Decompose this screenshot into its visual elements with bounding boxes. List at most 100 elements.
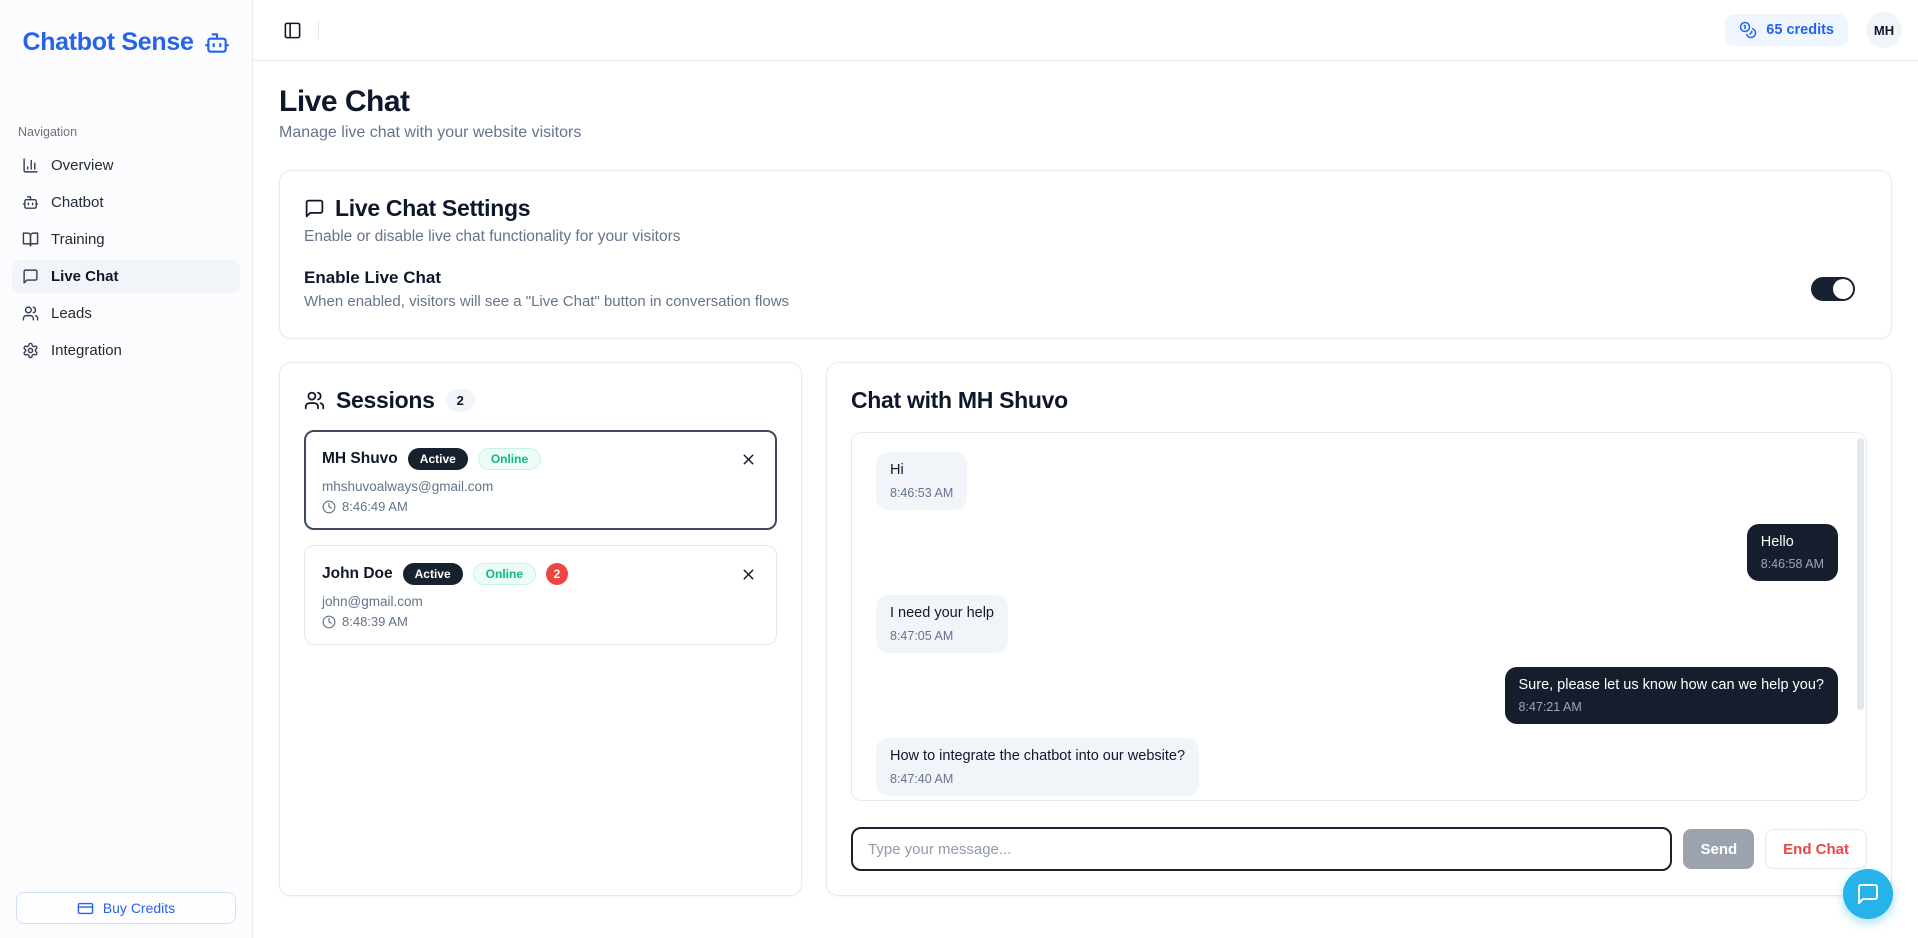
book-open-icon: [22, 231, 39, 248]
nav-section-label: Navigation: [12, 125, 240, 149]
sidebar-spacer: [0, 371, 252, 892]
message-square-icon: [304, 198, 325, 219]
close-icon[interactable]: [738, 564, 759, 585]
session-name: MH Shuvo: [322, 450, 398, 468]
sidebar-item-label: Leads: [51, 305, 92, 322]
sidebar-nav: Navigation Overview Chatbot Training: [0, 125, 252, 371]
session-status-badge: Active: [403, 563, 463, 585]
message-time: 8:47:05 AM: [890, 629, 994, 643]
visitor-message-bubble: Hi 8:46:53 AM: [876, 452, 967, 510]
toggle-knob: [1833, 279, 1853, 299]
sidebar-item-live-chat[interactable]: Live Chat: [12, 260, 240, 293]
lower-row: Sessions 2 MH Shuvo Active Online: [279, 362, 1892, 896]
clock-icon: [322, 500, 336, 514]
bot-icon: [204, 30, 230, 56]
unread-count-badge: 2: [546, 563, 568, 585]
message-time: 8:46:53 AM: [890, 486, 953, 500]
message-row: How to integrate the chatbot into our we…: [876, 738, 1848, 796]
session-item-mh-shuvo[interactable]: MH Shuvo Active Online mhshuvoalways@gma…: [304, 430, 777, 530]
session-status-badge: Active: [408, 448, 468, 470]
message-area[interactable]: Hi 8:46:53 AM Hello 8:46:58 AM: [851, 432, 1867, 801]
message-time: 8:46:58 AM: [1761, 557, 1824, 571]
settings-card-subtitle: Enable or disable live chat functionalit…: [304, 228, 1867, 246]
enable-live-chat-text: Enable Live Chat When enabled, visitors …: [304, 268, 789, 310]
live-chat-settings-card: Live Chat Settings Enable or disable liv…: [279, 170, 1892, 339]
chat-widget-button[interactable]: [1843, 869, 1893, 919]
logo[interactable]: Chatbot Sense: [0, 0, 252, 67]
topbar-right: 65 credits MH: [1725, 12, 1902, 48]
sidebar-item-overview[interactable]: Overview: [12, 149, 240, 182]
end-chat-button[interactable]: End Chat: [1765, 829, 1867, 869]
message-scrollbar[interactable]: [1857, 438, 1864, 710]
visitor-message-bubble: How to integrate the chatbot into our we…: [876, 738, 1199, 796]
message-square-icon: [22, 268, 39, 285]
bot-icon: [22, 194, 39, 211]
chart-column-icon: [22, 157, 39, 174]
enable-live-chat-toggle[interactable]: [1811, 277, 1855, 301]
send-button[interactable]: Send: [1683, 829, 1754, 869]
message-time: 8:47:40 AM: [890, 772, 1185, 786]
message-row: Hello 8:46:58 AM: [876, 524, 1848, 582]
session-time-value: 8:46:49 AM: [342, 499, 408, 514]
sidebar-item-label: Chatbot: [51, 194, 104, 211]
sidebar-item-chatbot[interactable]: Chatbot: [12, 186, 240, 219]
visitor-message-bubble: I need your help 8:47:05 AM: [876, 595, 1008, 653]
clock-icon: [322, 615, 336, 629]
chat-panel: Chat with MH Shuvo Hi 8:46:53 AM Hello 8: [826, 362, 1892, 896]
session-email: mhshuvoalways@gmail.com: [322, 479, 759, 494]
topbar: 65 credits MH: [253, 0, 1918, 61]
page-content: Live Chat Manage live chat with your web…: [253, 61, 1918, 896]
session-list: MH Shuvo Active Online mhshuvoalways@gma…: [304, 430, 777, 645]
chat-input-row: Send End Chat: [851, 827, 1867, 871]
users-icon: [22, 305, 39, 322]
enable-live-chat-desc: When enabled, visitors will see a "Live …: [304, 293, 789, 310]
message-square-icon: [1856, 882, 1880, 906]
sidebar-toggle-button[interactable]: [279, 17, 306, 44]
session-presence-badge: Online: [473, 563, 536, 585]
app-title: Chatbot Sense: [22, 28, 193, 57]
chat-title: Chat with MH Shuvo: [851, 387, 1867, 414]
buy-credits-label: Buy Credits: [103, 900, 175, 916]
app-root: Chatbot Sense Navigation Overview Chatbo…: [0, 0, 1918, 938]
message-time: 8:47:21 AM: [1519, 700, 1825, 714]
settings-card-title: Live Chat Settings: [335, 195, 530, 222]
session-name: John Doe: [322, 565, 393, 583]
sessions-count-badge: 2: [446, 389, 475, 412]
sessions-title: Sessions: [336, 387, 435, 414]
agent-message-bubble: Sure, please let us know how can we help…: [1505, 667, 1839, 725]
session-presence-badge: Online: [478, 448, 541, 470]
buy-credits-button[interactable]: Buy Credits: [16, 892, 236, 924]
credits-label: 65 credits: [1766, 22, 1834, 38]
page-title: Live Chat: [279, 85, 1892, 119]
credits-badge[interactable]: 65 credits: [1725, 14, 1848, 46]
session-item-john-doe[interactable]: John Doe Active Online 2 john@gmail.com: [304, 545, 777, 645]
users-icon: [304, 390, 325, 411]
topbar-divider: [318, 22, 319, 39]
sidebar-item-label: Integration: [51, 342, 122, 359]
sidebar-item-label: Live Chat: [51, 268, 119, 285]
message-input[interactable]: [851, 827, 1672, 871]
sessions-card: Sessions 2 MH Shuvo Active Online: [279, 362, 802, 896]
message-row: Hi 8:46:53 AM: [876, 452, 1848, 510]
message-text: Hi: [890, 461, 953, 481]
message-text: Hello: [1761, 533, 1824, 553]
page-subtitle: Manage live chat with your website visit…: [279, 124, 1892, 142]
message-row: I need your help 8:47:05 AM: [876, 595, 1848, 653]
gear-icon: [22, 342, 39, 359]
session-email: john@gmail.com: [322, 594, 759, 609]
enable-live-chat-label: Enable Live Chat: [304, 268, 789, 288]
coins-icon: [1739, 21, 1757, 39]
avatar-initials: MH: [1874, 23, 1894, 38]
session-time-value: 8:48:39 AM: [342, 614, 408, 629]
close-icon[interactable]: [738, 449, 759, 470]
agent-message-bubble: Hello 8:46:58 AM: [1747, 524, 1838, 582]
sidebar-item-label: Training: [51, 231, 105, 248]
sidebar-item-training[interactable]: Training: [12, 223, 240, 256]
avatar[interactable]: MH: [1866, 12, 1902, 48]
message-text: I need your help: [890, 604, 994, 624]
sidebar-item-integration[interactable]: Integration: [12, 334, 240, 367]
sidebar-item-label: Overview: [51, 157, 114, 174]
message-row: Sure, please let us know how can we help…: [876, 667, 1848, 725]
credit-card-icon: [77, 900, 94, 917]
sidebar-item-leads[interactable]: Leads: [12, 297, 240, 330]
